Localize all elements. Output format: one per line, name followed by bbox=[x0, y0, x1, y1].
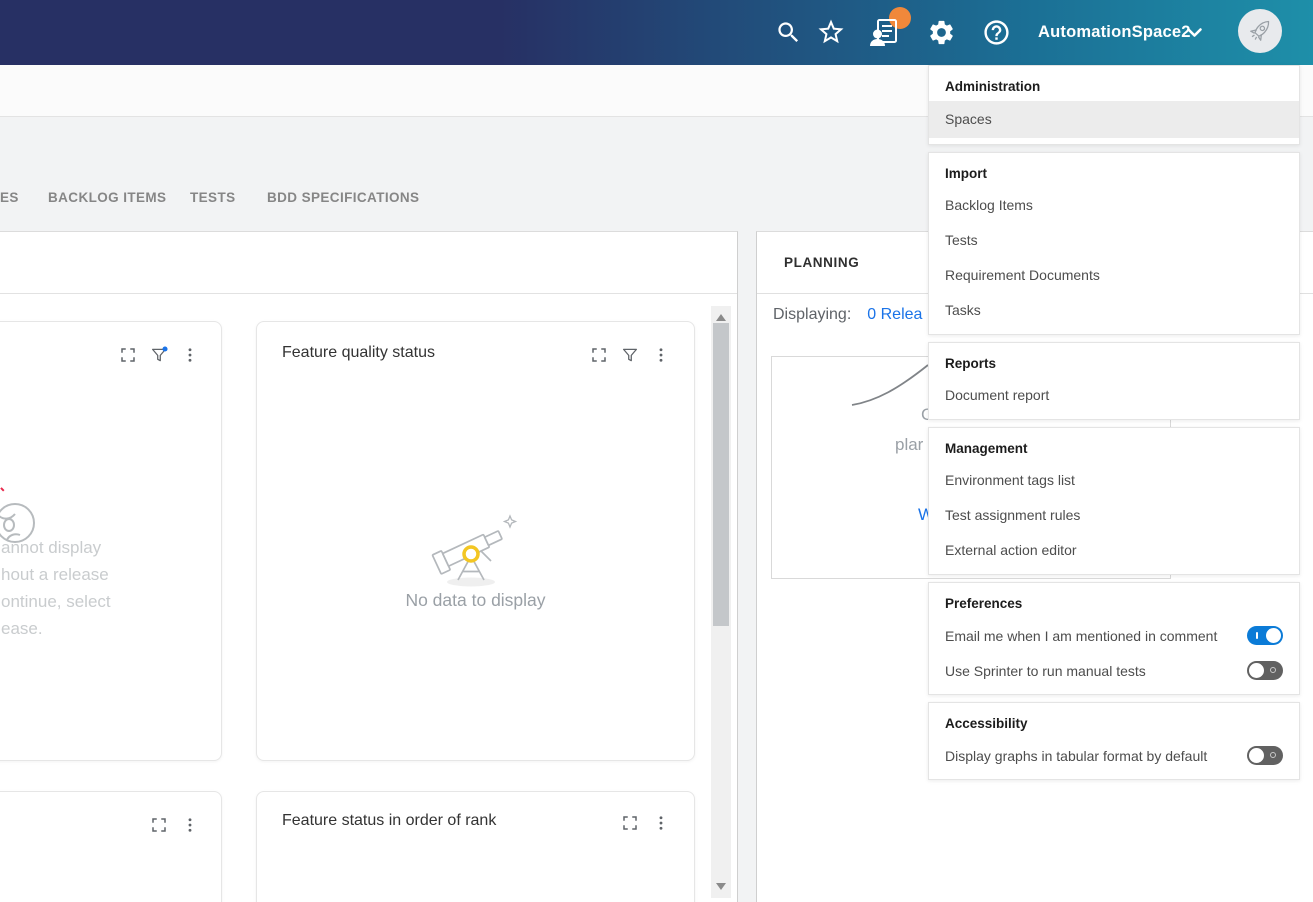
scrollbar-down-arrow[interactable] bbox=[716, 883, 726, 890]
tab-backlog-items[interactable]: BACKLOG ITEMS bbox=[48, 190, 166, 205]
news-feed-icon[interactable] bbox=[869, 16, 901, 48]
widget-feature-quality-status: Feature quality status No data to displa… bbox=[256, 321, 695, 761]
menu-section-header: Reports bbox=[929, 343, 1299, 378]
menu-item-backlog-items[interactable]: Backlog Items bbox=[929, 188, 1299, 223]
scrollbar-thumb[interactable] bbox=[713, 323, 729, 626]
menu-item-requirement-documents[interactable]: Requirement Documents bbox=[929, 258, 1299, 293]
menu-item-test-assignment-rules[interactable]: Test assignment rules bbox=[929, 498, 1299, 533]
menu-item-external-action-editor[interactable]: External action editor bbox=[929, 533, 1299, 568]
pref-row-tabular-graphs: Display graphs in tabular format by defa… bbox=[929, 738, 1299, 773]
curve-illustration bbox=[850, 363, 932, 409]
toggle-knob bbox=[1249, 748, 1264, 763]
menu-item-tests[interactable]: Tests bbox=[929, 223, 1299, 258]
app-screen: AutomationSpace2 ES BACKLOG ITEMS TESTS … bbox=[0, 0, 1313, 902]
planning-text-fragment-mid: plar bbox=[895, 435, 923, 455]
kebab-menu-icon[interactable] bbox=[181, 346, 199, 364]
widget-feature-status-rank: Feature status in order of rank bbox=[256, 791, 695, 902]
menu-item-spaces[interactable]: Spaces bbox=[929, 101, 1299, 138]
module-tabs: ES BACKLOG ITEMS TESTS BDD SPECIFICATION… bbox=[0, 190, 745, 212]
kebab-menu-icon[interactable] bbox=[652, 346, 670, 364]
pref-label: Use Sprinter to run manual tests bbox=[945, 663, 1146, 679]
release-required-message: annot display hout a release ontinue, se… bbox=[1, 534, 111, 642]
menu-section-reports: Reports Document report bbox=[928, 342, 1300, 420]
dashboard-pane: annot display hout a release ontinue, se… bbox=[0, 231, 738, 902]
help-icon[interactable] bbox=[982, 18, 1011, 47]
widget-title: Feature status in order of rank bbox=[282, 812, 496, 830]
expand-icon[interactable] bbox=[119, 346, 137, 364]
widget-title: Feature quality status bbox=[282, 344, 435, 362]
menu-section-administration: Administration Spaces bbox=[928, 65, 1300, 145]
rocket-avatar-icon bbox=[1243, 14, 1277, 48]
menu-section-header: Import bbox=[929, 153, 1299, 188]
menu-section-header: Preferences bbox=[929, 583, 1299, 618]
tab-tests[interactable]: TESTS bbox=[190, 190, 236, 205]
filter-icon[interactable] bbox=[621, 346, 639, 364]
search-icon[interactable] bbox=[775, 19, 802, 46]
toggle-knob bbox=[1249, 663, 1264, 678]
toggle-email-mentions[interactable] bbox=[1247, 626, 1283, 645]
widget-partial-bottom bbox=[0, 791, 222, 902]
settings-dropdown-menu: Administration Spaces Import Backlog Ite… bbox=[928, 65, 1300, 787]
menu-section-accessibility: Accessibility Display graphs in tabular … bbox=[928, 702, 1300, 780]
releases-link[interactable]: 0 Relea bbox=[867, 306, 922, 324]
tab-bdd-specifications[interactable]: BDD SPECIFICATIONS bbox=[267, 190, 419, 205]
telescope-illustration bbox=[421, 504, 521, 589]
scrollbar-up-arrow[interactable] bbox=[716, 314, 726, 321]
expand-icon[interactable] bbox=[621, 814, 639, 832]
settings-gear-icon[interactable] bbox=[927, 18, 956, 47]
expand-icon[interactable] bbox=[590, 346, 608, 364]
menu-section-header: Administration bbox=[929, 66, 1299, 101]
displaying-row: Displaying: 0 Relea bbox=[773, 306, 922, 324]
widget-partial-release-message: annot display hout a release ontinue, se… bbox=[0, 321, 222, 761]
kebab-menu-icon[interactable] bbox=[652, 814, 670, 832]
filter-icon[interactable] bbox=[150, 346, 168, 364]
kebab-menu-icon[interactable] bbox=[181, 816, 199, 834]
toggle-tabular-graphs[interactable] bbox=[1247, 746, 1283, 765]
pref-label: Email me when I am mentioned in comment bbox=[945, 628, 1217, 644]
displaying-label: Displaying: bbox=[773, 306, 851, 324]
dashboard-toolbar bbox=[0, 232, 737, 294]
vertical-scrollbar[interactable] bbox=[711, 306, 731, 898]
top-navigation-bar: AutomationSpace2 bbox=[0, 0, 1313, 65]
menu-item-document-report[interactable]: Document report bbox=[929, 378, 1299, 413]
toggle-off-mark bbox=[1270, 752, 1276, 758]
chevron-down-icon[interactable] bbox=[1186, 26, 1203, 40]
menu-section-header: Management bbox=[929, 428, 1299, 463]
workspace-selector[interactable]: AutomationSpace2 bbox=[1038, 0, 1191, 65]
toggle-off-mark bbox=[1270, 667, 1276, 673]
pref-row-email-mentions: Email me when I am mentioned in comment bbox=[929, 618, 1299, 653]
expand-icon[interactable] bbox=[150, 816, 168, 834]
menu-item-environment-tags-list[interactable]: Environment tags list bbox=[929, 463, 1299, 498]
toggle-knob bbox=[1266, 628, 1281, 643]
filter-active-dot bbox=[162, 346, 167, 351]
empty-state-text: No data to display bbox=[257, 590, 694, 611]
menu-section-management: Management Environment tags list Test as… bbox=[928, 427, 1300, 575]
menu-section-header: Accessibility bbox=[929, 703, 1299, 738]
toggle-use-sprinter[interactable] bbox=[1247, 661, 1283, 680]
menu-section-preferences: Preferences Email me when I am mentioned… bbox=[928, 582, 1300, 695]
user-avatar[interactable] bbox=[1238, 9, 1282, 53]
tab-partial[interactable]: ES bbox=[0, 190, 19, 205]
menu-section-import: Import Backlog Items Tests Requirement D… bbox=[928, 152, 1300, 335]
pref-row-sprinter: Use Sprinter to run manual tests bbox=[929, 653, 1299, 688]
pref-label: Display graphs in tabular format by defa… bbox=[945, 748, 1207, 764]
toggle-on-mark bbox=[1256, 632, 1258, 639]
favorites-star-icon[interactable] bbox=[816, 17, 846, 47]
menu-item-tasks[interactable]: Tasks bbox=[929, 293, 1299, 328]
